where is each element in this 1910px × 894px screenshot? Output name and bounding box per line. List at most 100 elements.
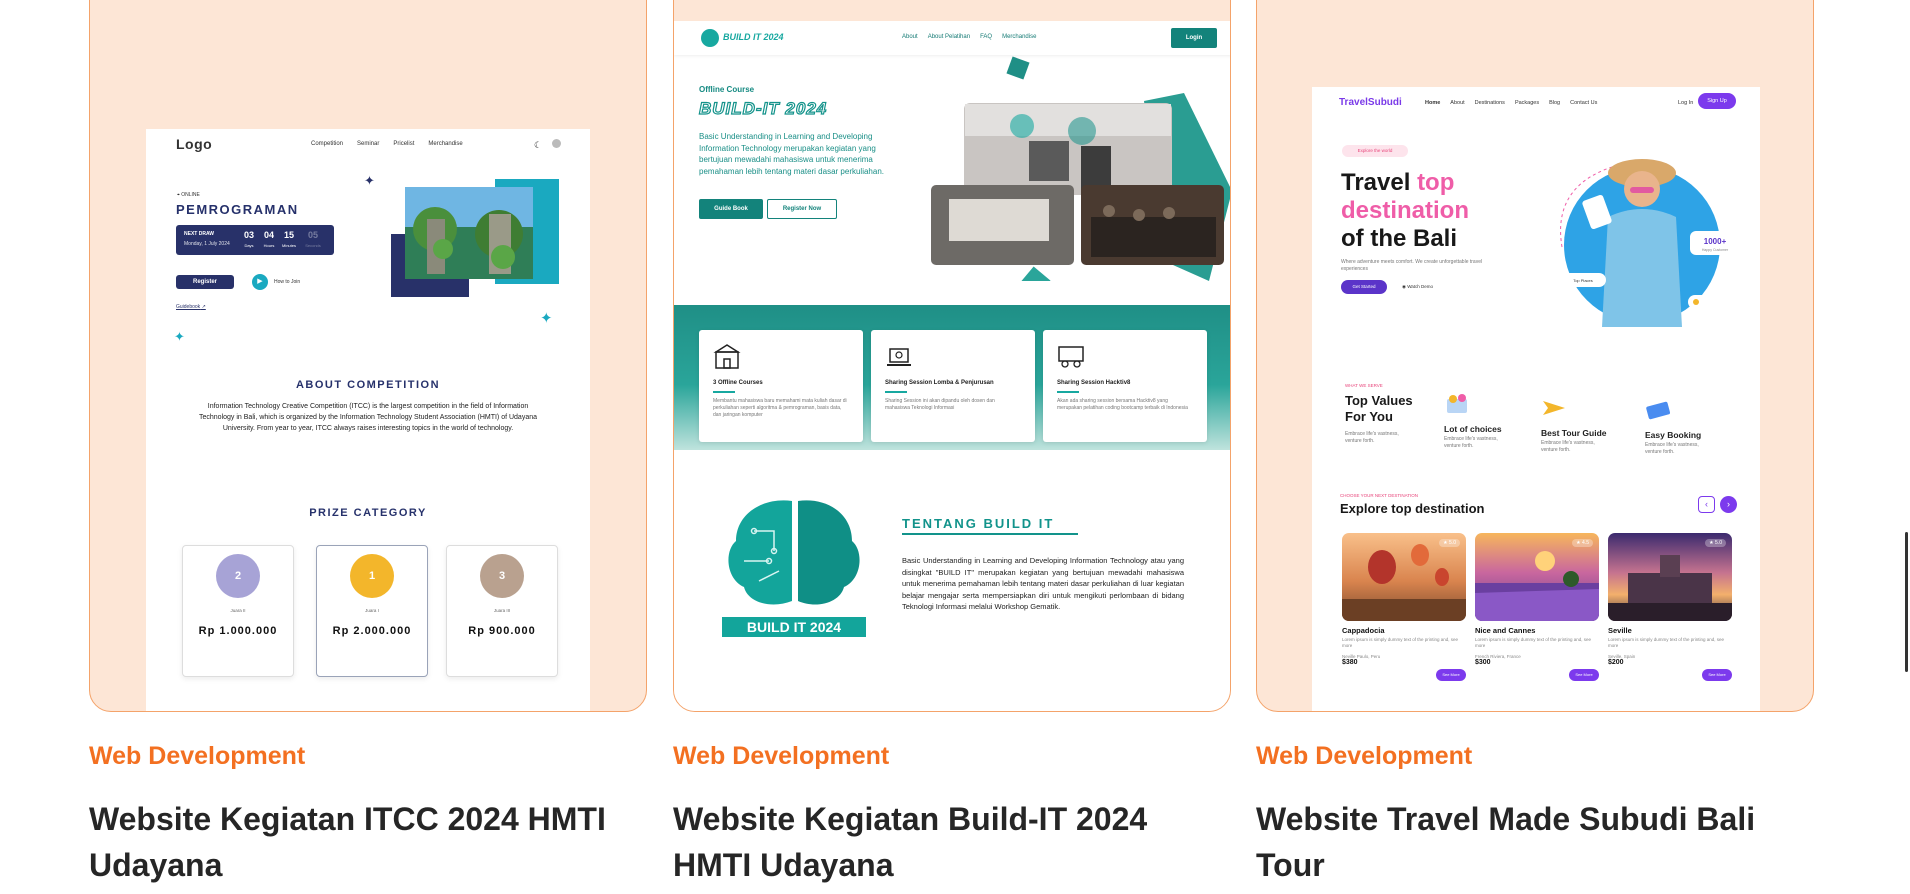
prize-label: Juara III	[493, 608, 511, 613]
buildit-preview-screenshot: BUILD IT 2024 About About Pelatihan FAQ …	[674, 21, 1230, 711]
feature-underline	[1057, 391, 1079, 393]
medal-icon: 1	[350, 554, 394, 598]
destination-rating: ★ 5.0	[1439, 539, 1460, 547]
page-scrollbar[interactable]	[1905, 532, 1908, 672]
buildit-navbar: BUILD IT 2024 About About Pelatihan FAQ …	[674, 21, 1230, 55]
buildit-nav-item: About Pelatihan	[927, 34, 971, 40]
prize-label: Juara I	[365, 608, 379, 613]
service-description: Embrace life's vastness, venture forth.	[1645, 442, 1699, 455]
prize-amount: Rp 2.000.000	[332, 625, 412, 637]
destination-rating: ★ 5.0	[1705, 539, 1726, 547]
play-icon: ▶	[252, 274, 268, 290]
travel-nav-item: Home	[1425, 100, 1441, 106]
presenter-icon	[1058, 346, 1084, 368]
buildit-nav-item: Merchandise	[1002, 34, 1037, 40]
service-item: Lot of choices Embrace life's vastness, …	[1444, 393, 1524, 450]
project-category: Web Development	[89, 742, 306, 770]
feature-description: Sharing Session ini akan dipandu oleh do…	[885, 398, 995, 411]
destination-price: $300	[1475, 659, 1491, 666]
destination-image: ★ 5.0	[1608, 533, 1732, 621]
destination-name: Seville	[1608, 626, 1632, 635]
project-title[interactable]: Website Travel Made Subudi Bali Tour	[1256, 796, 1816, 888]
destination-description: Lorem ipsum is simply dummy text of the …	[1475, 637, 1592, 648]
itcc-nav-item: Seminar	[357, 141, 380, 147]
destination-card: ★ 4.5 Nice and Cannes Lorem ipsum is sim…	[1475, 533, 1599, 681]
feature-title: 3 Offline Courses	[713, 380, 763, 386]
buildit-nav-item: About	[902, 34, 918, 40]
brain-logo-icon	[701, 29, 719, 47]
itcc-prize-heading: PRIZE CATEGORY	[309, 507, 427, 519]
project-card-build-it[interactable]: BUILD IT 2024 About About Pelatihan FAQ …	[673, 0, 1231, 712]
paper-plane-icon	[1543, 401, 1565, 415]
countdown-label: Days	[244, 243, 254, 248]
countdown-value: 15	[283, 230, 294, 240]
itcc-register-button: Register	[176, 275, 234, 289]
service-item: Best Tour Guide Embrace life's vastness,…	[1541, 397, 1621, 454]
countdown-label: Seconds	[305, 243, 321, 248]
buildit-register-button: Register Now	[767, 199, 837, 219]
service-description: Embrace life's vastness, venture forth.	[1444, 436, 1498, 449]
badge-count: 1000+	[1704, 237, 1727, 246]
project-card-travel-subudi[interactable]: TravelSubudi Home About Destinations Pac…	[1256, 0, 1814, 712]
buildit-about-heading: TENTANG BUILD IT	[902, 516, 1055, 531]
feature-card: 3 Offline Courses Membantu mahasiswa bar…	[699, 330, 863, 442]
itcc-nav-links: Competition Seminar Pricelist Merchandis…	[311, 141, 463, 147]
project-card-itcc[interactable]: Logo Competition Seminar Pricelist Merch…	[89, 0, 647, 712]
building-icon	[713, 344, 741, 369]
feature-card: Sharing Session Lomba & Penjurusan Shari…	[871, 330, 1035, 442]
medal-icon: 2	[216, 554, 260, 598]
itcc-how-to-join: How to Join	[274, 279, 301, 285]
badge-top-places: Top Places	[1573, 278, 1593, 283]
buildit-brain-logo: BUILD IT 2024	[722, 500, 866, 637]
project-title[interactable]: Website Kegiatan ITCC 2024 HMTI Udayana	[89, 796, 649, 888]
arrow-right-icon: ›	[1720, 496, 1737, 513]
buildit-event-photos	[931, 56, 1230, 281]
see-more-button: See More	[1569, 669, 1599, 681]
travel-nav-links: Home About Destinations Packages Blog Co…	[1425, 100, 1597, 106]
travel-watch-demo: ◉ Watch Demo	[1402, 284, 1434, 289]
itcc-navbar: Logo Competition Seminar Pricelist Merch…	[146, 129, 590, 163]
prize-card: 3 Juara III Rp 900.000	[446, 545, 558, 677]
travel-nav-item: About	[1450, 100, 1465, 106]
project-category: Web Development	[673, 742, 890, 770]
travel-nav-item: Packages	[1514, 100, 1540, 106]
feature-card: Sharing Session Hacktiv8 Akan ada sharin…	[1043, 330, 1207, 442]
travel-values-title: Top Values For You	[1345, 393, 1413, 424]
feature-title: Sharing Session Hacktiv8	[1057, 380, 1131, 386]
badge-count-sub: Happy Customer	[1702, 248, 1729, 252]
travel-explore-heading: Explore top destination	[1340, 501, 1485, 516]
project-title[interactable]: Website Kegiatan Build-IT 2024 HMTI Uday…	[673, 796, 1233, 888]
destination-card: ★ 5.0 Seville Lorem ipsum is simply dumm…	[1608, 533, 1732, 681]
travel-logo: TravelSubudi	[1339, 97, 1402, 108]
service-description: Embrace life's vastness, venture forth.	[1541, 440, 1595, 453]
service-item: Easy Booking Embrace life's vastness, ve…	[1645, 399, 1725, 456]
feature-description: Membantu mahasiswa baru memahami mata ku…	[713, 398, 847, 418]
travel-nav-item: Destinations	[1474, 100, 1505, 106]
countdown-title: NEXT DRAW	[184, 231, 214, 237]
countdown-value: 04	[263, 230, 274, 240]
project-category: Web Development	[1256, 742, 1473, 770]
feature-underline	[885, 391, 907, 393]
service-title: Easy Booking	[1645, 430, 1702, 440]
itcc-nav-item: Merchandise	[428, 141, 463, 147]
buildit-nav-links: About About Pelatihan FAQ Merchandise	[902, 34, 1036, 40]
medal-icon: 3	[480, 554, 524, 598]
destination-price: $200	[1608, 659, 1624, 666]
itcc-preview-screenshot: Logo Competition Seminar Pricelist Merch…	[146, 129, 590, 711]
travel-choose-label: CHOOSE YOUR NEXT DESTINATION	[1340, 493, 1419, 498]
itcc-status-label: ⌖ ONLINE	[177, 192, 200, 198]
itcc-nav-item: Competition	[311, 141, 344, 147]
sparkle-icon: ✦	[364, 173, 375, 188]
travel-values-subtitle: Embrace life's vastness, venture forth.	[1345, 431, 1399, 444]
buildit-description: Basic Understanding in Learning and Deve…	[699, 132, 885, 176]
itcc-about-heading: ABOUT COMPETITION	[295, 379, 441, 391]
countdown-value: 03	[243, 230, 254, 240]
feature-description: Akan ada sharing session bersama Hacktiv…	[1057, 398, 1188, 411]
itcc-hero-image	[391, 179, 559, 297]
buildit-login-button: Login	[1171, 28, 1217, 48]
credit-card-icon	[1646, 401, 1670, 420]
buildit-kicker: Offline Course	[699, 85, 755, 94]
travel-hero-image: 1000+ Happy Customer Top Places	[1560, 159, 1740, 327]
travel-preview-screenshot: TravelSubudi Home About Destinations Pac…	[1312, 87, 1760, 711]
prize-card: 1 Juara I Rp 2.000.000	[316, 545, 428, 677]
